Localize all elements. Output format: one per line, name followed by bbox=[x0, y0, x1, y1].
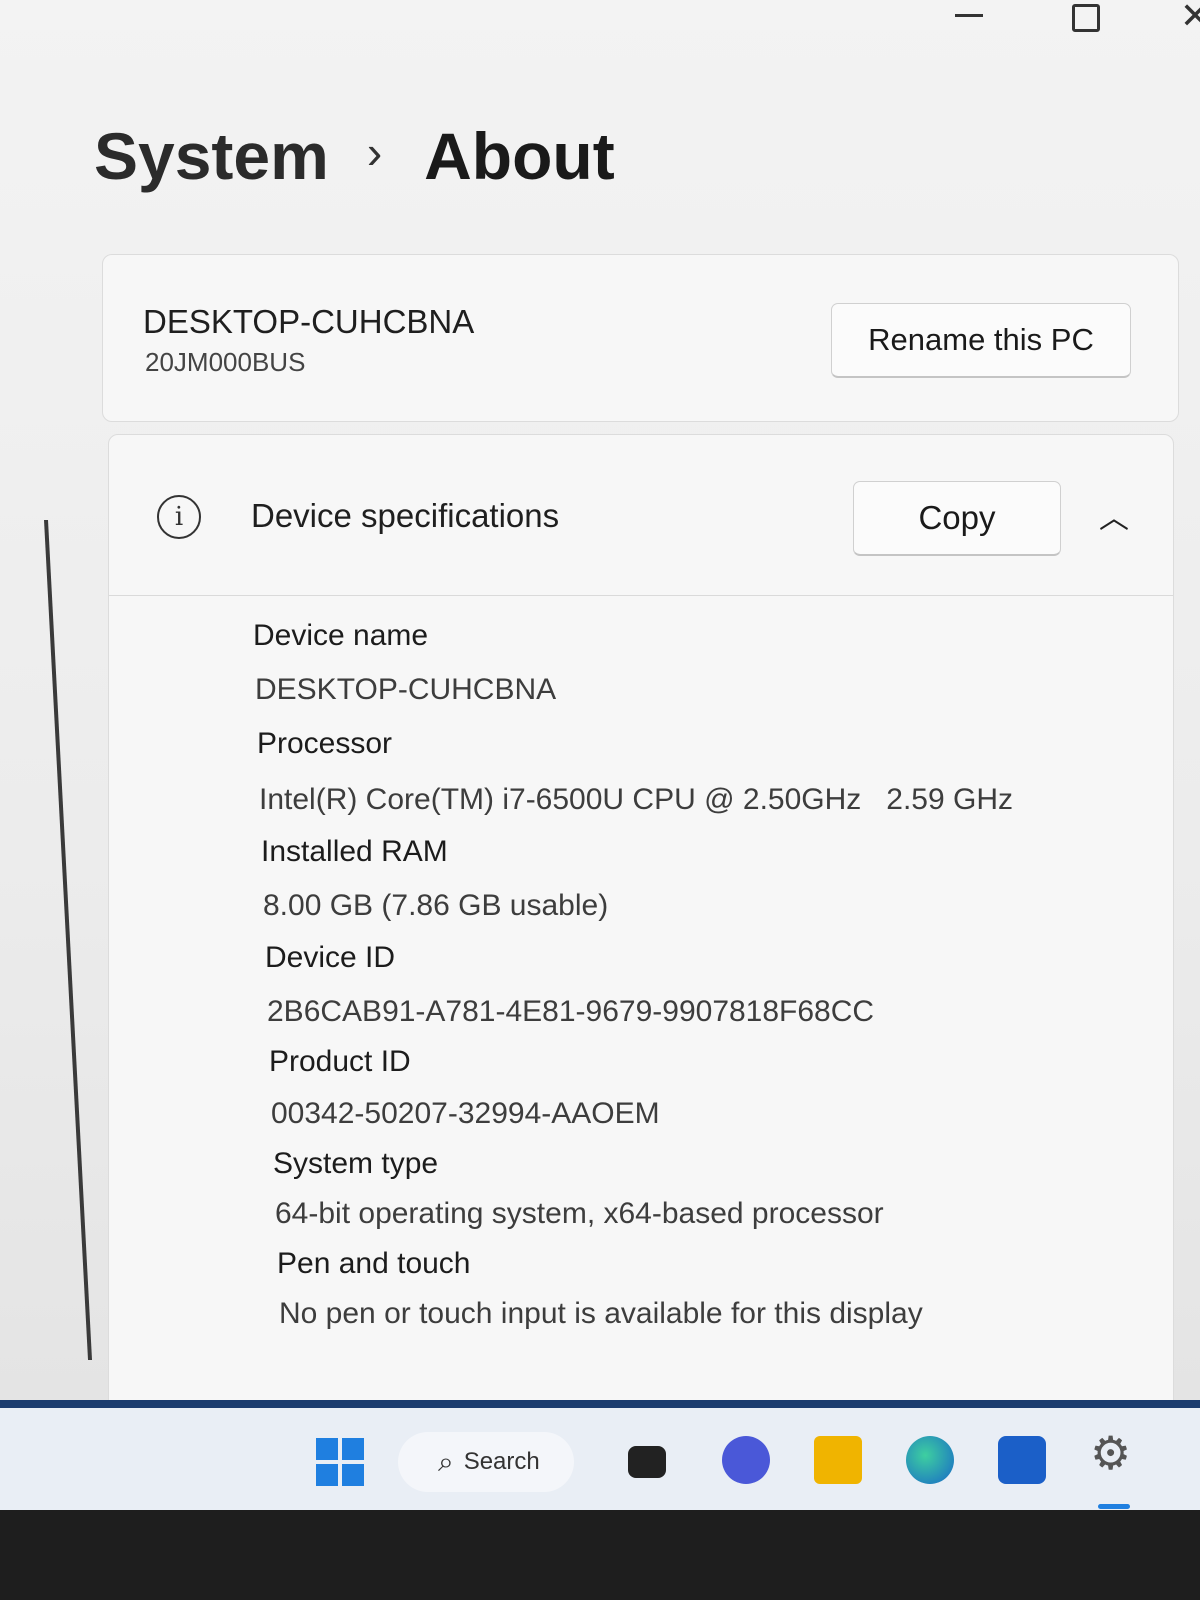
chevron-up-icon[interactable]: ︿ bbox=[1099, 493, 1129, 537]
spec-label-pen-and-touch: Pen and touch bbox=[277, 1247, 471, 1280]
device-specifications-header[interactable]: i Device specifications Copy ︿ bbox=[109, 435, 1173, 596]
file-explorer-icon[interactable] bbox=[814, 1436, 862, 1484]
windows-start-icon[interactable] bbox=[316, 1438, 364, 1486]
breadcrumb: System › About bbox=[94, 118, 615, 194]
copy-button[interactable]: Copy bbox=[853, 481, 1061, 556]
spec-value-device-id: 2B6CAB91-A781-4E81-9679-9907818F68CC bbox=[267, 995, 875, 1028]
active-app-indicator bbox=[1098, 1504, 1130, 1509]
spec-label-processor: Processor bbox=[257, 727, 393, 760]
spec-label-system-type: System type bbox=[273, 1147, 439, 1180]
close-icon[interactable]: ✕ bbox=[1180, 0, 1200, 37]
spec-label-device-name: Device name bbox=[253, 619, 429, 652]
info-icon: i bbox=[157, 495, 201, 539]
device-specifications-title: Device specifications bbox=[251, 497, 560, 534]
spec-value-system-type: 64-bit operating system, x64-based proce… bbox=[275, 1197, 884, 1230]
rename-pc-button[interactable]: Rename this PC bbox=[831, 303, 1131, 378]
pc-model: 20JM000BUS bbox=[145, 347, 306, 377]
settings-icon[interactable]: ⚙ bbox=[1090, 1426, 1138, 1480]
spec-value-device-name: DESKTOP-CUHCBNA bbox=[255, 673, 557, 706]
sidebar-edge bbox=[44, 520, 93, 1360]
task-view-icon[interactable] bbox=[628, 1446, 666, 1478]
pc-name: DESKTOP-CUHCBNA bbox=[143, 303, 475, 340]
spec-value-processor: Intel(R) Core(TM) i7-6500U CPU @ 2.50GHz… bbox=[259, 783, 1013, 816]
spec-label-device-id: Device ID bbox=[265, 941, 396, 974]
taskbar-search[interactable]: ⌕ Search bbox=[398, 1432, 574, 1492]
settings-window: ✕ System › About DESKTOP-CUHCBNA 20JM000… bbox=[0, 0, 1200, 1410]
edge-icon[interactable] bbox=[906, 1436, 954, 1484]
store-icon[interactable] bbox=[998, 1436, 1046, 1484]
spec-value-installed-ram: 8.00 GB (7.86 GB usable) bbox=[263, 889, 609, 922]
breadcrumb-system[interactable]: System bbox=[94, 118, 329, 194]
chevron-right-icon: › bbox=[366, 126, 383, 178]
minimize-icon[interactable] bbox=[955, 14, 983, 17]
screen-bezel bbox=[0, 1510, 1200, 1600]
device-specifications-card: i Device specifications Copy ︿ Device na… bbox=[108, 434, 1174, 1410]
pc-name-card: DESKTOP-CUHCBNA 20JM000BUS Rename this P… bbox=[102, 254, 1179, 422]
search-icon: ⌕ bbox=[438, 1445, 454, 1478]
spec-value-pen-and-touch: No pen or touch input is available for t… bbox=[279, 1297, 923, 1330]
chat-icon[interactable] bbox=[722, 1436, 770, 1484]
taskbar-search-label: Search bbox=[463, 1448, 540, 1475]
spec-value-product-id: 00342-50207-32994-AAOEM bbox=[271, 1097, 660, 1130]
maximize-icon[interactable] bbox=[1072, 4, 1100, 32]
page-title: About bbox=[424, 119, 615, 193]
taskbar: ⌕ Search ⚙ bbox=[0, 1400, 1200, 1518]
spec-label-product-id: Product ID bbox=[269, 1045, 411, 1078]
spec-label-installed-ram: Installed RAM bbox=[261, 835, 448, 868]
